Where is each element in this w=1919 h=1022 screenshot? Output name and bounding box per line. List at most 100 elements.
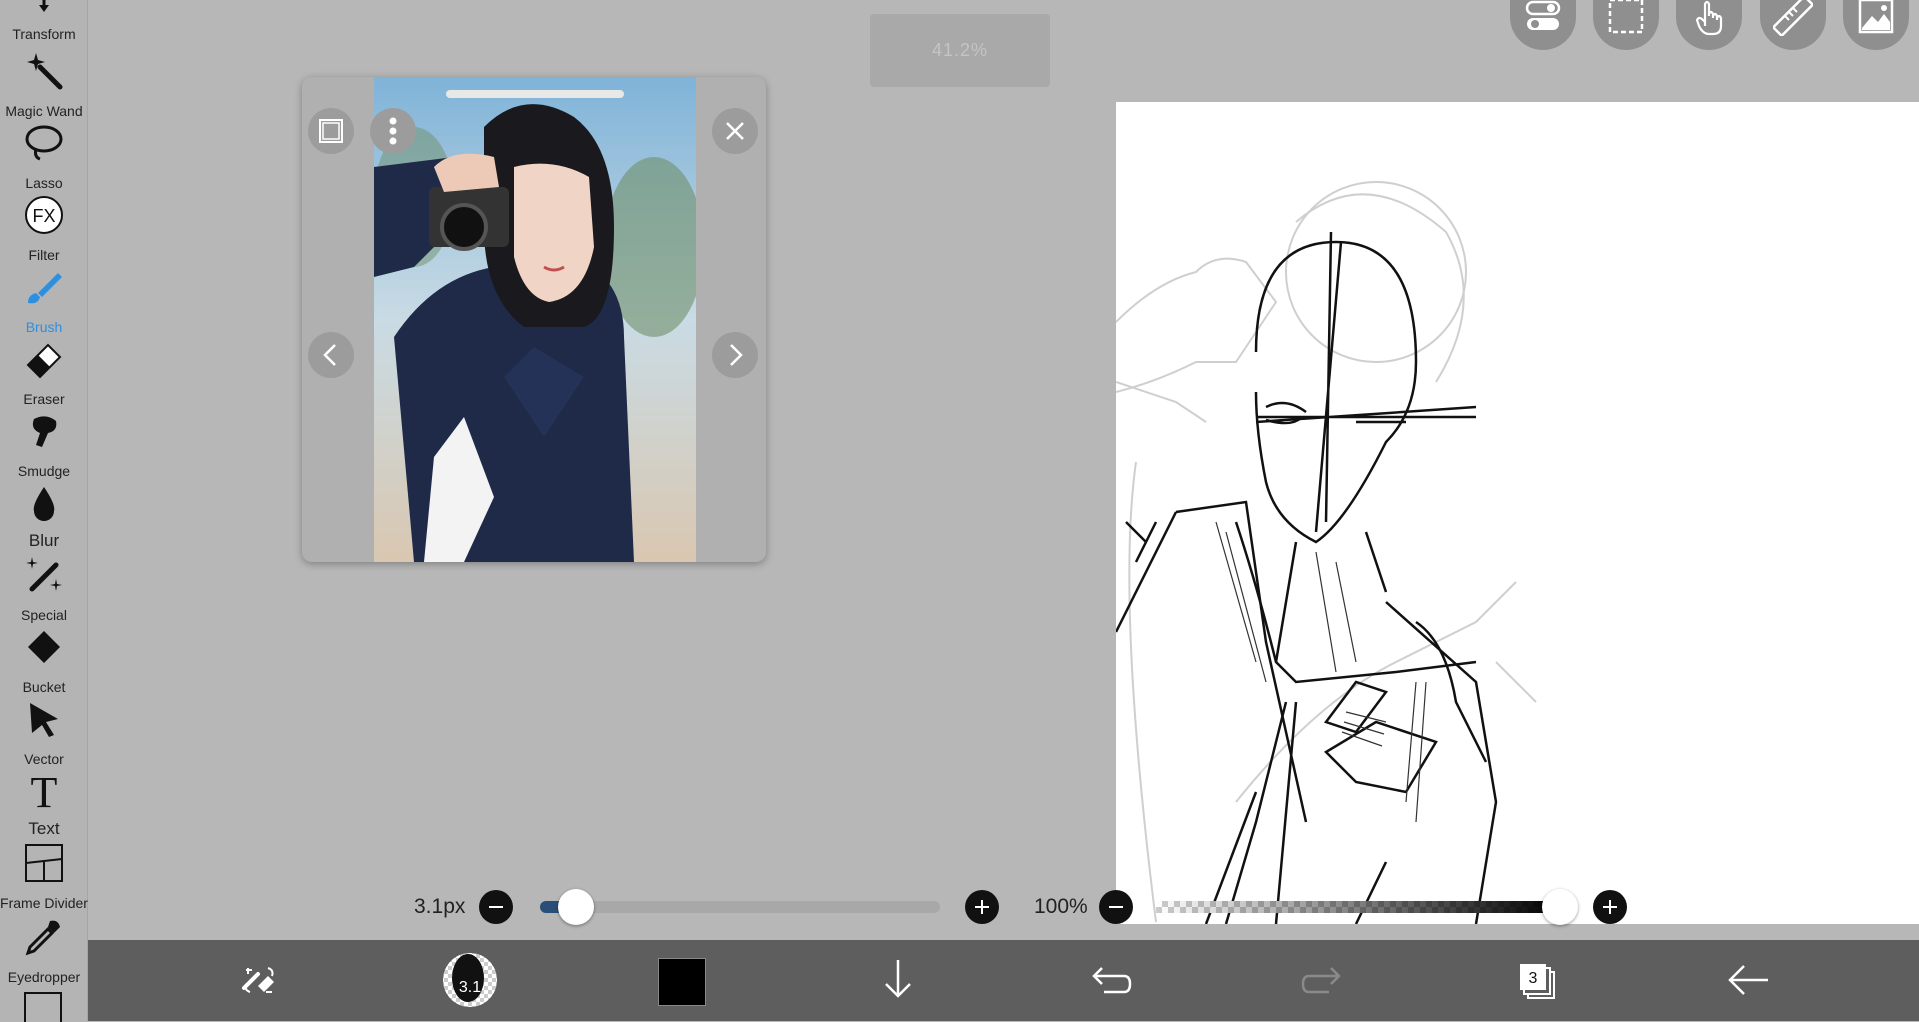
download-button[interactable] bbox=[868, 950, 928, 1010]
chevron-left-icon bbox=[323, 344, 336, 366]
tool-special[interactable]: Special bbox=[0, 551, 88, 623]
tool-lasso[interactable]: Lasso bbox=[0, 119, 88, 191]
close-reference-button[interactable] bbox=[712, 108, 758, 154]
reference-photo bbox=[374, 77, 696, 562]
more-options-button[interactable] bbox=[370, 108, 416, 154]
tool-eraser[interactable]: Eraser bbox=[0, 335, 88, 407]
minus-icon bbox=[1109, 906, 1123, 908]
tool-label: Text bbox=[28, 819, 60, 838]
chevron-right-icon bbox=[730, 344, 743, 366]
transform-icon bbox=[39, 0, 49, 12]
filter-glyph: FX bbox=[32, 206, 55, 226]
selection-button[interactable] bbox=[1593, 0, 1659, 50]
reference-image-button[interactable] bbox=[1843, 0, 1909, 50]
brush-preview-icon: 3.1 bbox=[443, 953, 497, 1007]
filter-fx-icon: FX bbox=[25, 196, 63, 234]
brush-opacity-knob[interactable] bbox=[1542, 889, 1578, 925]
magic-wand-icon bbox=[27, 53, 63, 90]
undo-button[interactable] bbox=[1080, 950, 1140, 1010]
lasso-icon bbox=[25, 125, 63, 161]
fit-frame-icon bbox=[319, 119, 343, 143]
touch-button[interactable] bbox=[1676, 0, 1742, 50]
zoom-indicator: 41.2% bbox=[870, 14, 1050, 87]
tool-text[interactable]: T Text bbox=[0, 767, 88, 839]
tool-label: Eyedropper bbox=[7, 969, 81, 985]
drawing-canvas[interactable] bbox=[1116, 102, 1919, 924]
tool-label: Magic Wand bbox=[5, 103, 83, 119]
layers-button[interactable]: 3 bbox=[1506, 950, 1566, 1010]
tool-label: Bucket bbox=[22, 679, 66, 695]
brush-opacity-slider[interactable] bbox=[1156, 889, 1578, 925]
swap-tools-icon bbox=[242, 967, 274, 993]
brush-opacity-value: 100% bbox=[1034, 895, 1088, 918]
text-glyph: T bbox=[31, 771, 58, 811]
toggle-settings-icon bbox=[1525, 0, 1561, 30]
tool-filter[interactable]: FX Filter bbox=[0, 191, 88, 263]
ruler-icon bbox=[1773, 0, 1813, 36]
toggle-settings-button[interactable] bbox=[1510, 0, 1576, 50]
brush-preview-button[interactable]: 3.1 bbox=[440, 950, 500, 1010]
reference-window[interactable] bbox=[302, 77, 766, 562]
tool-eyedropper[interactable]: Eyedropper bbox=[0, 913, 88, 985]
color-swatch[interactable] bbox=[658, 958, 706, 1006]
tool-label: Transform bbox=[12, 26, 76, 42]
drag-handle[interactable] bbox=[446, 90, 624, 98]
special-brush-icon bbox=[26, 557, 62, 592]
text-icon: T bbox=[31, 771, 58, 811]
tool-label: Frame Divider bbox=[0, 895, 88, 911]
more-vertical-icon bbox=[389, 117, 397, 145]
tool-label: Vector bbox=[24, 751, 64, 767]
tool-vector[interactable]: Vector bbox=[0, 695, 88, 767]
tool-magic-wand[interactable]: Magic Wand bbox=[0, 47, 88, 119]
brush-size-slider[interactable] bbox=[540, 889, 940, 925]
undo-icon bbox=[1092, 967, 1132, 994]
tool-label: Brush bbox=[25, 319, 63, 335]
opacity-decrease-button[interactable] bbox=[1099, 890, 1133, 924]
smudge-icon bbox=[32, 416, 57, 447]
layer-count: 3 bbox=[1529, 970, 1538, 987]
brush-icon bbox=[28, 273, 62, 304]
sketch-artwork bbox=[1116, 181, 1537, 924]
tool-transform[interactable]: Transform bbox=[0, 0, 88, 42]
previous-reference-button[interactable] bbox=[308, 332, 354, 378]
plus-icon bbox=[975, 900, 989, 914]
tool-partial-hidden[interactable] bbox=[24, 992, 62, 1022]
brush-preview-size: 3.1 bbox=[459, 979, 481, 996]
vector-arrow-icon bbox=[30, 703, 58, 737]
tool-frame-divider[interactable]: Frame Divider bbox=[0, 839, 88, 911]
bottom-toolbar: 3.1 3 bbox=[88, 940, 1919, 1021]
redo-button[interactable] bbox=[1293, 950, 1353, 1010]
back-button[interactable] bbox=[1718, 950, 1778, 1010]
ruler-button[interactable] bbox=[1760, 0, 1826, 50]
tool-brush[interactable]: Brush bbox=[0, 263, 88, 335]
download-icon bbox=[885, 960, 911, 998]
tool-label: Smudge bbox=[17, 463, 71, 479]
left-toolbar: Transform Magic Wand Lasso FX Filter Bru… bbox=[0, 0, 88, 1022]
brush-size-increase-button[interactable] bbox=[965, 890, 999, 924]
bucket-icon bbox=[28, 631, 60, 663]
next-reference-button[interactable] bbox=[712, 332, 758, 378]
eraser-icon bbox=[26, 343, 62, 379]
tool-label: Lasso bbox=[25, 175, 63, 191]
brush-size-decrease-button[interactable] bbox=[479, 890, 513, 924]
tool-label: Blur bbox=[28, 531, 60, 550]
tool-blur[interactable]: Blur bbox=[0, 479, 88, 551]
close-icon bbox=[726, 122, 744, 140]
tool-bucket[interactable]: Bucket bbox=[0, 623, 88, 695]
eyedropper-icon bbox=[25, 920, 60, 956]
frame-divider-icon bbox=[25, 844, 63, 882]
minus-icon bbox=[489, 906, 503, 908]
opacity-increase-button[interactable] bbox=[1593, 890, 1627, 924]
plus-icon bbox=[1603, 900, 1617, 914]
touch-hand-icon bbox=[1695, 0, 1723, 36]
fit-frame-button[interactable] bbox=[308, 108, 354, 154]
redo-icon bbox=[1301, 967, 1341, 994]
swap-tools-button[interactable] bbox=[228, 950, 288, 1010]
tool-label: Eraser bbox=[23, 391, 65, 407]
brush-size-knob[interactable] bbox=[558, 889, 594, 925]
selection-icon bbox=[1608, 0, 1644, 34]
reference-image-icon bbox=[1858, 0, 1894, 34]
tool-label: Special bbox=[21, 607, 67, 623]
layers-icon: 3 bbox=[1520, 964, 1555, 999]
tool-smudge[interactable]: Smudge bbox=[0, 407, 88, 479]
